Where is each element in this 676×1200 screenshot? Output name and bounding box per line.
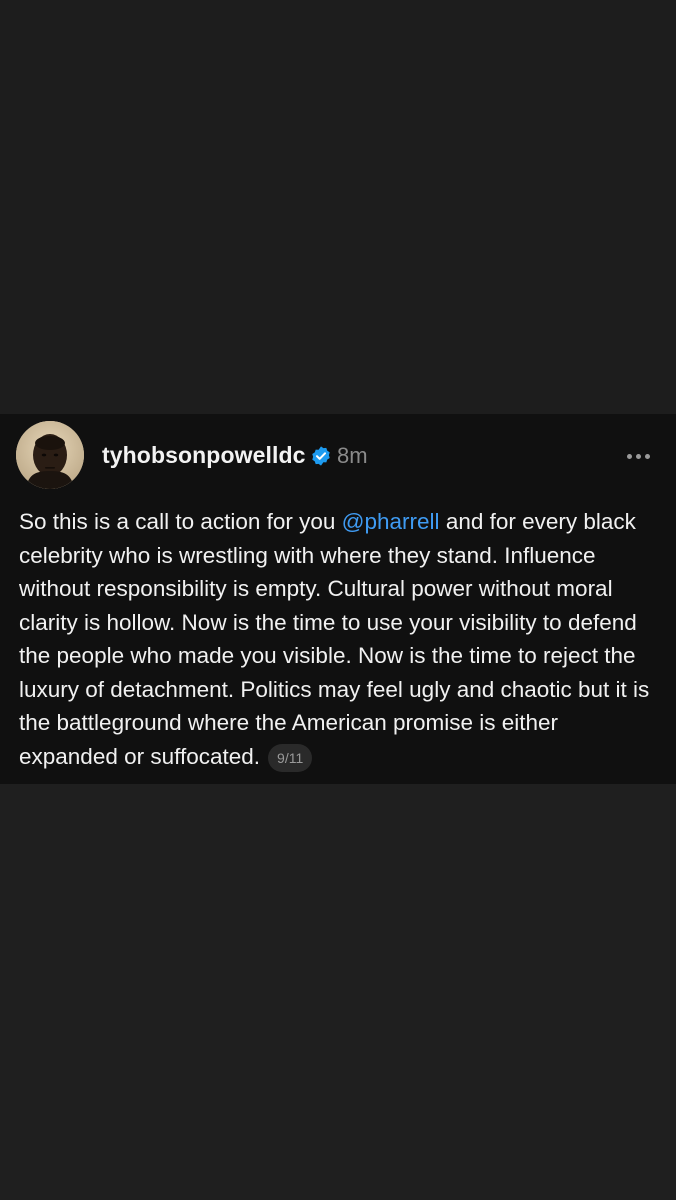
- thread-counter-badge: 9/11: [268, 743, 313, 772]
- empty-top-area: [0, 0, 676, 414]
- verified-badge-icon: [312, 446, 330, 466]
- post-text-part: and for every black celebrity who is wre…: [19, 509, 650, 769]
- avatar[interactable]: [16, 421, 84, 489]
- post-body: So this is a call to action for you @pha…: [19, 505, 659, 773]
- screen: tyhobsonpowelldc 8m So this is a call to…: [0, 0, 676, 1200]
- post-text-part: So this is a call to action for you: [19, 509, 342, 534]
- post-timestamp: 8m: [337, 443, 368, 468]
- avatar-photo: [16, 421, 84, 489]
- username[interactable]: tyhobsonpowelldc: [102, 441, 306, 469]
- more-options-icon[interactable]: [620, 444, 656, 468]
- more-dot: [635, 453, 641, 459]
- mention-link[interactable]: @pharrell: [342, 509, 440, 534]
- more-dot: [626, 453, 632, 459]
- empty-bottom-area: [0, 784, 676, 1200]
- more-dot: [644, 453, 650, 459]
